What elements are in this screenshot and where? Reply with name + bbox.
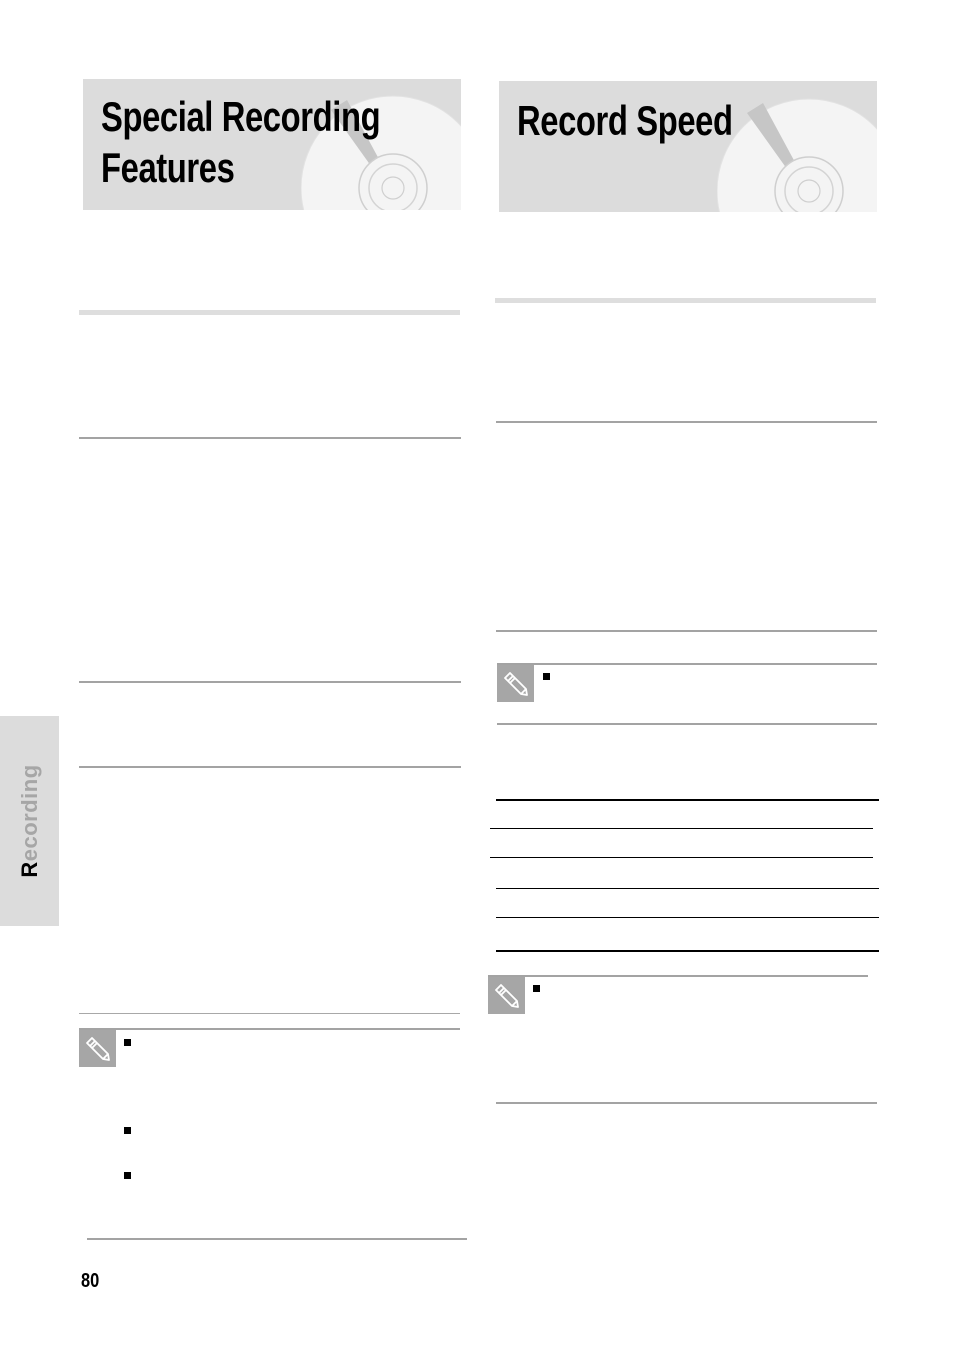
section-title: Special Recording Features (101, 91, 381, 193)
section-divider (496, 630, 877, 632)
table-row-rule (490, 828, 873, 829)
note-bullet (124, 1172, 131, 1179)
note-bullet (543, 673, 550, 680)
section-title-banner-special-recording: Special Recording Features (83, 79, 461, 210)
table-bottom-rule (496, 950, 879, 952)
pencil-note-icon (79, 1030, 116, 1067)
chapter-tab-label-initial: R (16, 861, 42, 878)
section-divider (496, 421, 877, 423)
chapter-tab-recording: Recording (0, 716, 59, 926)
note-top-rule (497, 663, 877, 665)
note-bullet (124, 1127, 131, 1134)
page-number: 80 (81, 1270, 100, 1292)
section-title-banner-record-speed: Record Speed (499, 81, 877, 212)
section-divider-thin (79, 1013, 460, 1014)
pencil-note-icon (497, 665, 534, 702)
pencil-note-icon (488, 977, 525, 1014)
disc-icon (717, 81, 877, 212)
table-row-rule (496, 888, 879, 889)
section-divider-light (79, 310, 460, 315)
title-line-1: Special Recording (101, 93, 381, 140)
section-divider (497, 723, 877, 725)
note-bullet (124, 1039, 131, 1046)
section-divider (79, 681, 461, 683)
table-top-rule (496, 799, 879, 801)
title-line-1: Record Speed (517, 97, 733, 144)
note-top-rule (79, 1028, 460, 1030)
section-divider (79, 766, 461, 768)
chapter-tab-label: Recording (17, 764, 43, 877)
note-bullet (533, 985, 540, 992)
chapter-tab-label-rest: ecording (16, 764, 42, 862)
table-row-rule (490, 857, 873, 858)
section-title: Record Speed (517, 95, 733, 146)
section-divider (496, 1102, 877, 1104)
section-divider (79, 437, 461, 439)
section-divider (87, 1238, 467, 1240)
table-row-rule (496, 917, 879, 918)
section-divider-light (495, 298, 876, 303)
note-top-rule (488, 975, 868, 977)
title-line-2: Features (101, 144, 235, 191)
